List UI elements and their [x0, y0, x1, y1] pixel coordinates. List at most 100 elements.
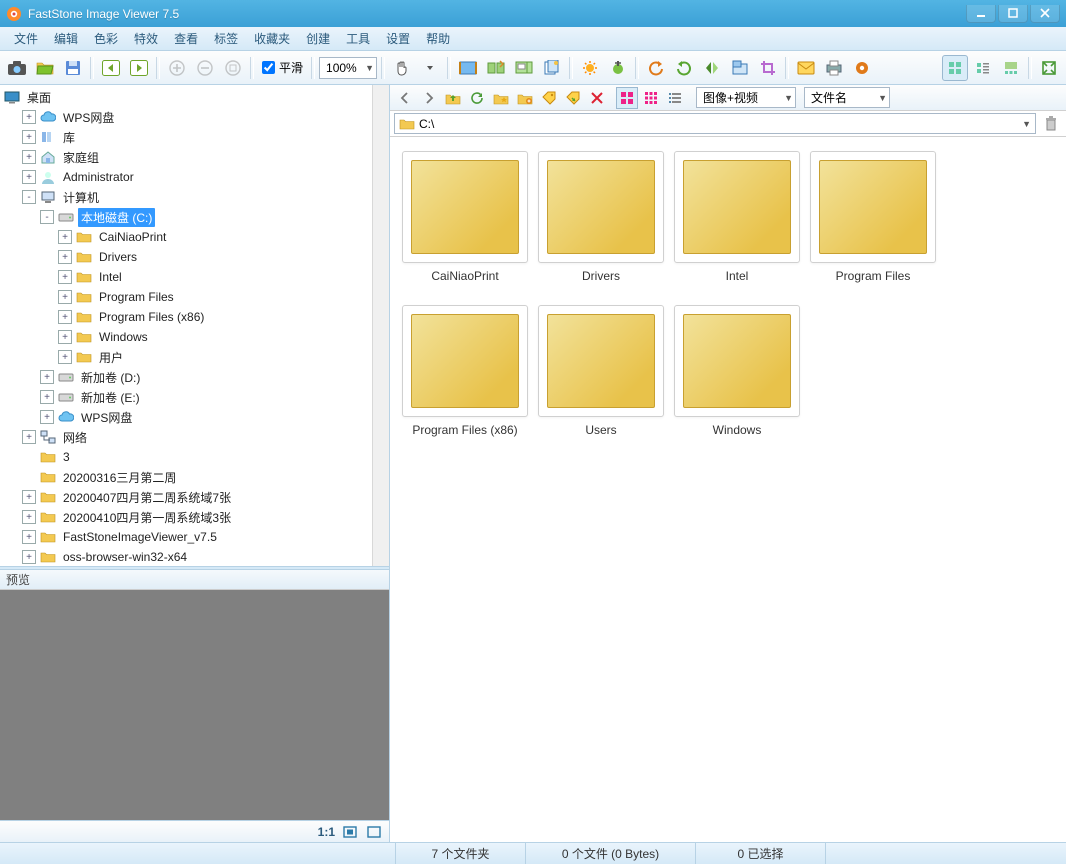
view-thumbs-button[interactable] — [942, 55, 968, 81]
expand-toggle[interactable]: + — [22, 490, 36, 504]
tree-item[interactable]: +WPS网盘 — [4, 407, 385, 427]
folder-item[interactable]: Windows — [672, 305, 802, 449]
forward-button[interactable] — [126, 55, 152, 81]
expand-toggle[interactable]: + — [22, 530, 36, 544]
expand-toggle[interactable]: + — [40, 370, 54, 384]
menu-settings[interactable]: 设置 — [378, 28, 418, 49]
color-picker-button[interactable] — [605, 55, 631, 81]
tree-item[interactable]: +Program Files — [4, 287, 385, 307]
folder-item[interactable]: CaiNiaoPrint — [400, 151, 530, 295]
menu-create[interactable]: 创建 — [298, 28, 338, 49]
menu-view[interactable]: 查看 — [166, 28, 206, 49]
tree-item[interactable]: +库 — [4, 127, 385, 147]
menu-file[interactable]: 文件 — [6, 28, 46, 49]
tree-item[interactable]: +网络 — [4, 427, 385, 447]
tree-item[interactable]: 3 — [4, 447, 385, 467]
expand-toggle[interactable]: + — [22, 170, 36, 184]
fullscreen-icon[interactable] — [365, 824, 383, 840]
zoom-in-button[interactable] — [164, 55, 190, 81]
settings-button[interactable] — [849, 55, 875, 81]
menu-effect[interactable]: 特效 — [126, 28, 166, 49]
folder-item[interactable]: Users — [536, 305, 666, 449]
hand-dropdown[interactable] — [417, 55, 443, 81]
close-button[interactable] — [1030, 5, 1060, 23]
trash-button[interactable] — [1040, 113, 1062, 135]
expand-toggle[interactable]: + — [58, 250, 72, 264]
tree-item[interactable]: +新加卷 (D:) — [4, 367, 385, 387]
save-button[interactable] — [60, 55, 86, 81]
folder-item[interactable]: Program Files — [808, 151, 938, 295]
view-large-icons-button[interactable] — [616, 87, 638, 109]
expand-toggle[interactable]: + — [22, 550, 36, 564]
smooth-checkbox[interactable]: 平滑 — [258, 59, 307, 76]
rotate-left-button[interactable] — [643, 55, 669, 81]
tree-item[interactable]: +家庭组 — [4, 147, 385, 167]
folder-item[interactable]: Intel — [672, 151, 802, 295]
tree-item[interactable]: 20200316三月第二周 — [4, 467, 385, 487]
tree-item[interactable]: -计算机 — [4, 187, 385, 207]
expand-toggle[interactable] — [22, 470, 36, 484]
tree-item[interactable]: +20200410四月第一周系统域3张 — [4, 507, 385, 527]
tree-item[interactable]: 桌面 — [4, 87, 385, 107]
folder-tree[interactable]: 桌面+WPS网盘+库+家庭组+Administrator-计算机-本地磁盘 (C… — [0, 85, 389, 566]
tag-go-button[interactable] — [562, 87, 584, 109]
files-grid[interactable]: CaiNiaoPrintDriversIntelProgram FilesPro… — [390, 137, 1066, 842]
tree-item[interactable]: +FastStoneImageViewer_v7.5 — [4, 527, 385, 547]
expand-toggle[interactable]: + — [22, 130, 36, 144]
expand-toggle[interactable]: + — [58, 350, 72, 364]
tree-item[interactable]: -本地磁盘 (C:) — [4, 207, 385, 227]
refresh-button[interactable] — [466, 87, 488, 109]
fullscreen-button[interactable] — [1036, 55, 1062, 81]
maximize-button[interactable] — [998, 5, 1028, 23]
menu-tag[interactable]: 标签 — [206, 28, 246, 49]
menu-tools[interactable]: 工具 — [338, 28, 378, 49]
tree-item[interactable]: +Drivers — [4, 247, 385, 267]
tree-item[interactable]: +Program Files (x86) — [4, 307, 385, 327]
expand-toggle[interactable]: + — [22, 110, 36, 124]
slideshow-button[interactable] — [455, 55, 481, 81]
tree-item[interactable]: +新加卷 (E:) — [4, 387, 385, 407]
expand-toggle[interactable]: + — [58, 290, 72, 304]
resize-button[interactable] — [727, 55, 753, 81]
delete-button[interactable] — [586, 87, 608, 109]
brightness-button[interactable] — [577, 55, 603, 81]
tree-item[interactable]: +WPS网盘 — [4, 107, 385, 127]
email-button[interactable] — [793, 55, 819, 81]
rotate-right-button[interactable] — [671, 55, 697, 81]
expand-toggle[interactable]: + — [40, 410, 54, 424]
view-filmstrip-button[interactable] — [998, 55, 1024, 81]
path-input[interactable]: C:\ ▼ — [394, 113, 1036, 134]
hand-tool-button[interactable] — [389, 55, 415, 81]
menu-help[interactable]: 帮助 — [418, 28, 458, 49]
nav-up-button[interactable] — [442, 87, 464, 109]
fav-add-button[interactable] — [514, 87, 536, 109]
open-button[interactable] — [32, 55, 58, 81]
expand-toggle[interactable]: + — [58, 230, 72, 244]
tree-item[interactable]: +用户 — [4, 347, 385, 367]
crop-button[interactable] — [755, 55, 781, 81]
expand-toggle[interactable]: + — [22, 510, 36, 524]
tree-scrollbar[interactable] — [372, 85, 389, 566]
zoom-out-button[interactable] — [192, 55, 218, 81]
tree-item[interactable]: +Administrator — [4, 167, 385, 187]
compare-button[interactable] — [483, 55, 509, 81]
view-list-button[interactable] — [664, 87, 686, 109]
menu-color[interactable]: 色彩 — [86, 28, 126, 49]
view-details-button[interactable] — [970, 55, 996, 81]
filter-media-combo[interactable]: 图像+视频▼ — [696, 87, 796, 108]
acquire-button[interactable] — [4, 55, 30, 81]
tree-item[interactable]: +Windows — [4, 327, 385, 347]
menu-edit[interactable]: 编辑 — [46, 28, 86, 49]
zoom-combo[interactable]: 100%▼ — [319, 57, 377, 79]
flip-h-button[interactable] — [699, 55, 725, 81]
expand-toggle[interactable]: + — [58, 330, 72, 344]
expand-toggle[interactable]: + — [40, 390, 54, 404]
expand-toggle[interactable] — [22, 450, 36, 464]
tag-button[interactable] — [538, 87, 560, 109]
wallpaper-button[interactable] — [511, 55, 537, 81]
tree-item[interactable]: +oss-browser-win32-x64 — [4, 547, 385, 566]
print-button[interactable] — [821, 55, 847, 81]
view-small-icons-button[interactable] — [640, 87, 662, 109]
expand-toggle[interactable]: + — [58, 270, 72, 284]
folder-item[interactable]: Program Files (x86) — [400, 305, 530, 449]
